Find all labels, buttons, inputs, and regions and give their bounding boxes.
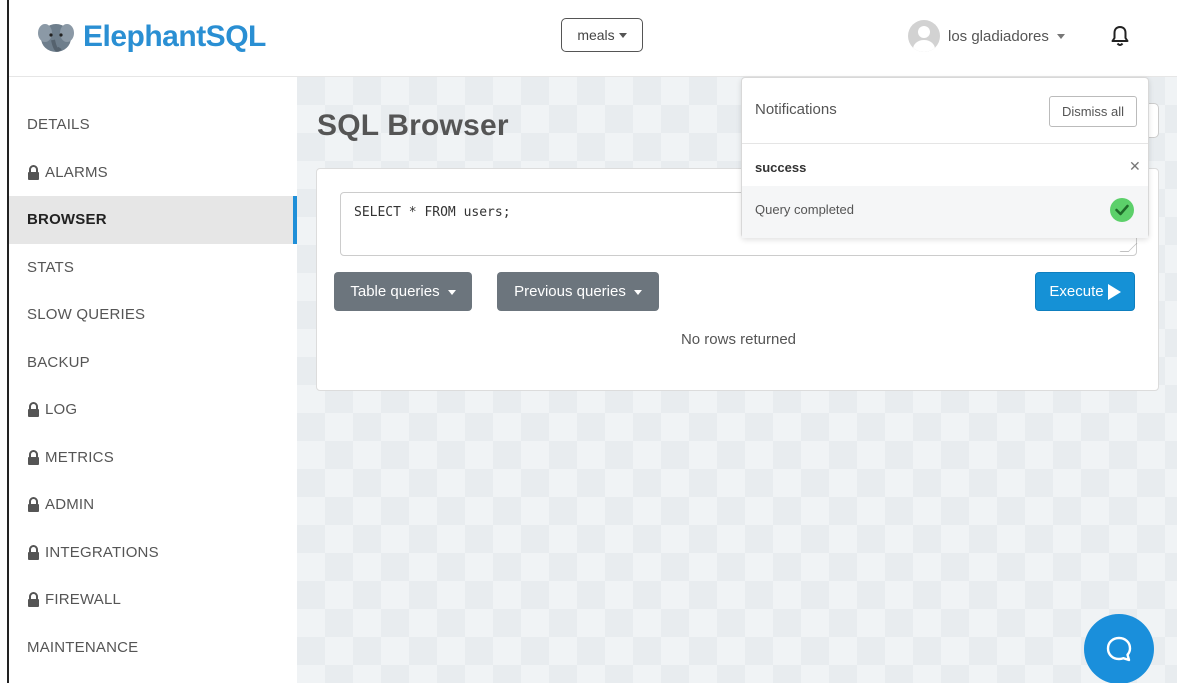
sidebar-item-label: ADMIN bbox=[45, 496, 95, 514]
lock-icon bbox=[28, 497, 39, 513]
sidebar-item-browser[interactable]: BROWSER bbox=[9, 196, 297, 244]
top-navbar: ElephantSQL meals los gladiadores bbox=[9, 0, 1177, 77]
chat-bubble-icon bbox=[1106, 636, 1132, 662]
notifications-dropdown: Notifications Dismiss all success ✕ Quer… bbox=[741, 77, 1149, 238]
user-name: los gladiadores bbox=[948, 27, 1049, 45]
notification-type: success bbox=[755, 160, 807, 175]
lock-icon bbox=[28, 402, 39, 418]
result-message: No rows returned bbox=[680, 331, 797, 348]
sidebar-item-alarms[interactable]: ALARMS bbox=[9, 149, 297, 197]
chat-support-button[interactable] bbox=[1084, 614, 1154, 683]
brand-name: ElephantSQL bbox=[83, 20, 266, 53]
caret-down-icon bbox=[1056, 34, 1065, 39]
sidebar-item-label: FIREWALL bbox=[45, 591, 122, 609]
bell-icon[interactable] bbox=[1109, 24, 1131, 48]
resize-handle-icon[interactable] bbox=[1119, 243, 1138, 252]
sidebar-item-label: DETAILS bbox=[27, 116, 90, 134]
lock-icon bbox=[28, 164, 39, 180]
previous-queries-button[interactable]: Previous queries bbox=[497, 272, 659, 311]
notification-message: Query completed bbox=[755, 202, 854, 217]
sidebar-item-admin[interactable]: ADMIN bbox=[9, 481, 297, 529]
notifications-header: Notifications Dismiss all bbox=[742, 78, 1148, 144]
user-menu[interactable]: los gladiadores bbox=[908, 20, 1065, 52]
caret-down-icon bbox=[447, 289, 456, 295]
caret-down-icon bbox=[633, 289, 642, 295]
play-icon bbox=[1107, 283, 1121, 300]
lock-icon bbox=[28, 592, 39, 608]
close-icon[interactable]: ✕ bbox=[1129, 158, 1141, 175]
sidebar-item-label: BROWSER bbox=[27, 211, 107, 229]
caret-down-icon bbox=[618, 33, 627, 38]
check-circle-icon bbox=[1110, 198, 1134, 222]
sidebar-nav: DETAILS ALARMS BROWSER STATS SLOW QUERIE… bbox=[9, 77, 297, 683]
page-title: SQL Browser bbox=[317, 109, 509, 142]
sidebar-item-label: METRICS bbox=[45, 448, 114, 466]
notification-item: Query completed bbox=[742, 186, 1148, 238]
sidebar-item-stats[interactable]: STATS bbox=[9, 244, 297, 292]
execute-label: Execute bbox=[1049, 283, 1104, 300]
sidebar-item-label: MAINTENANCE bbox=[27, 638, 139, 656]
sidebar-item-label: SLOW QUERIES bbox=[27, 306, 146, 324]
previous-queries-label: Previous queries bbox=[514, 283, 626, 300]
table-queries-label: Table queries bbox=[350, 283, 440, 300]
sidebar-item-backup[interactable]: BACKUP bbox=[9, 339, 297, 387]
sidebar-item-label: STATS bbox=[27, 258, 75, 276]
sidebar-item-maintenance[interactable]: MAINTENANCE bbox=[9, 624, 297, 672]
brand-logo[interactable]: ElephantSQL bbox=[37, 18, 266, 56]
elephant-logo-icon bbox=[38, 24, 74, 52]
sidebar-item-details[interactable]: DETAILS bbox=[9, 101, 297, 149]
sidebar-item-metrics[interactable]: METRICS bbox=[9, 434, 297, 482]
lock-icon bbox=[28, 449, 39, 465]
sidebar-item-label: INTEGRATIONS bbox=[45, 543, 159, 561]
database-select[interactable]: meals bbox=[561, 18, 643, 52]
sidebar-item-label: BACKUP bbox=[27, 353, 90, 371]
notifications-title: Notifications bbox=[755, 101, 837, 118]
sidebar-item-integrations[interactable]: INTEGRATIONS bbox=[9, 529, 297, 577]
table-queries-button[interactable]: Table queries bbox=[334, 272, 472, 311]
lock-icon bbox=[28, 544, 39, 560]
sidebar-item-label: ALARMS bbox=[45, 163, 108, 181]
sidebar-item-label: LOG bbox=[45, 401, 78, 419]
avatar bbox=[908, 20, 940, 52]
sql-query-text: SELECT * FROM users; bbox=[354, 205, 511, 220]
sidebar-item-slow-queries[interactable]: SLOW QUERIES bbox=[9, 291, 297, 339]
sidebar-item-log[interactable]: LOG bbox=[9, 386, 297, 434]
sidebar-item-firewall[interactable]: FIREWALL bbox=[9, 576, 297, 624]
dismiss-all-button[interactable]: Dismiss all bbox=[1049, 96, 1137, 127]
execute-button[interactable]: Execute bbox=[1035, 272, 1135, 311]
database-select-label: meals bbox=[577, 27, 615, 43]
